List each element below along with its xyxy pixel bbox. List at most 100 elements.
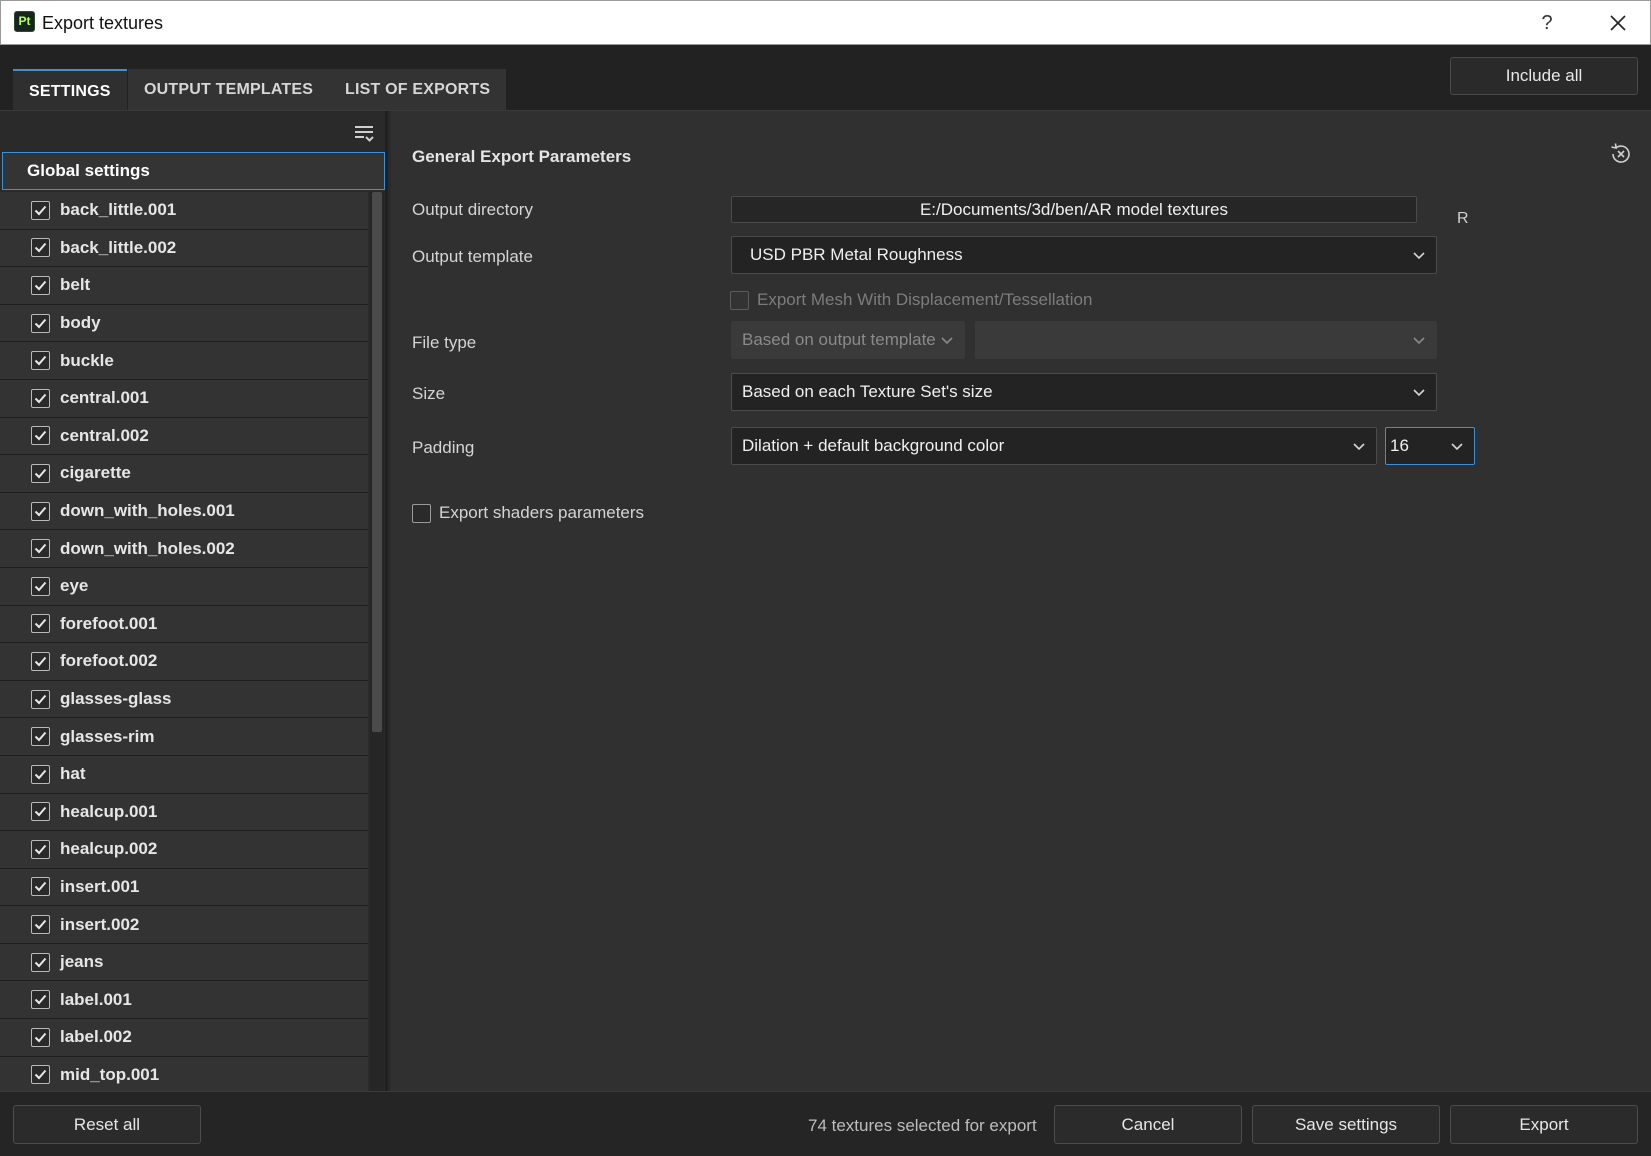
texture-set-item[interactable]: jeans: [0, 943, 368, 982]
texture-set-item[interactable]: eye: [0, 567, 368, 606]
help-button[interactable]: ?: [1535, 9, 1559, 37]
texture-set-checkbox[interactable]: [31, 351, 50, 371]
texture-set-checkbox[interactable]: [31, 839, 50, 859]
texture-set-checkbox[interactable]: [31, 651, 50, 671]
texture-set-item[interactable]: forefoot.002: [0, 643, 368, 681]
export-button[interactable]: Export: [1450, 1105, 1638, 1144]
texture-set-item[interactable]: belt: [0, 267, 368, 305]
texture-set-checkbox[interactable]: [31, 990, 50, 1010]
texture-set-item[interactable]: mid_top.001: [0, 1056, 368, 1091]
window-title: Export textures: [42, 13, 164, 33]
scrollbar-thumb[interactable]: [372, 192, 382, 732]
texture-set-checkbox[interactable]: [31, 463, 50, 483]
reset-parameters-icon[interactable]: [1608, 141, 1634, 167]
checkmark-icon: [34, 356, 47, 366]
texture-set-item[interactable]: back_little.001: [0, 192, 368, 230]
texture-set-checkbox[interactable]: [31, 501, 50, 521]
texture-set-item[interactable]: insert.002: [0, 906, 368, 944]
global-settings-item[interactable]: Global settings: [2, 152, 385, 190]
texture-set-item[interactable]: label.002: [0, 1019, 368, 1057]
checkmark-icon: [34, 769, 47, 780]
output-directory-field[interactable]: E:/Documents/3d/ben/AR model textures: [731, 196, 1417, 223]
texture-set-item[interactable]: buckle: [0, 342, 368, 380]
texture-list-scrollbar[interactable]: [370, 192, 384, 1091]
texture-set-checkbox[interactable]: [31, 1027, 50, 1047]
texture-set-label: glasses-glass: [60, 689, 172, 709]
chevron-down-icon: [1412, 374, 1428, 410]
texture-set-label: belt: [60, 275, 91, 295]
padding-value: Dilation + default background color: [742, 436, 1005, 455]
texture-set-checkbox[interactable]: [31, 689, 50, 709]
texture-set-item[interactable]: label.001: [0, 981, 368, 1020]
texture-set-label: healcup.002: [60, 839, 158, 859]
export-shaders-checkbox[interactable]: [412, 504, 431, 523]
chevron-down-icon: [1450, 428, 1466, 464]
texture-set-checkbox[interactable]: [31, 238, 50, 258]
texture-set-item[interactable]: back_little.002: [0, 229, 368, 268]
texture-set-checkbox[interactable]: [31, 877, 50, 897]
checkmark-icon: [34, 731, 47, 742]
texture-set-item[interactable]: central.002: [0, 417, 368, 456]
texture-set-checkbox[interactable]: [31, 1065, 50, 1085]
texture-set-checkbox[interactable]: [31, 313, 50, 333]
checkmark-icon: [34, 506, 47, 517]
padding-select[interactable]: Dilation + default background color: [731, 427, 1377, 465]
texture-set-checkbox[interactable]: [31, 200, 50, 220]
texture-set-item[interactable]: glasses-rim: [0, 718, 368, 756]
texture-set-checkbox[interactable]: [31, 727, 50, 747]
cancel-button[interactable]: Cancel: [1054, 1105, 1242, 1144]
tab-output-templates[interactable]: OUTPUT TEMPLATES: [128, 69, 330, 110]
filter-menu-icon[interactable]: [352, 121, 376, 145]
texture-set-item[interactable]: hat: [0, 755, 368, 794]
texture-set-item[interactable]: down_with_holes.002: [0, 530, 368, 568]
texture-set-item[interactable]: glasses-glass: [0, 680, 368, 719]
texture-set-checkbox[interactable]: [31, 614, 50, 634]
texture-set-item[interactable]: healcup.001: [0, 793, 368, 832]
texture-set-item[interactable]: insert.001: [0, 868, 368, 907]
texture-set-label: down_with_holes.001: [60, 501, 235, 521]
texture-set-checkbox[interactable]: [31, 426, 50, 446]
texture-set-label: eye: [60, 576, 89, 596]
texture-set-item[interactable]: down_with_holes.001: [0, 492, 368, 531]
tab-settings[interactable]: SETTINGS: [13, 69, 127, 110]
save-settings-button[interactable]: Save settings: [1252, 1105, 1440, 1144]
checkmark-icon: [34, 431, 47, 441]
checkmark-icon: [34, 807, 47, 817]
checkmark-icon: [34, 844, 47, 855]
texture-set-label: back_little.001: [60, 200, 177, 220]
texture-set-checkbox[interactable]: [31, 764, 50, 784]
file-format-select[interactable]: [975, 321, 1437, 359]
export-mesh-checkbox[interactable]: [730, 291, 749, 310]
reset-all-button[interactable]: Reset all: [13, 1105, 201, 1144]
texture-set-checkbox[interactable]: [31, 539, 50, 559]
texture-set-item[interactable]: forefoot.001: [0, 605, 368, 644]
title-bar: Pt Export textures ?: [0, 0, 1651, 45]
tab-list-of-exports[interactable]: LIST OF EXPORTS: [329, 69, 507, 110]
include-all-button[interactable]: Include all: [1450, 57, 1638, 95]
texture-set-item[interactable]: healcup.002: [0, 831, 368, 869]
texture-set-checkbox[interactable]: [31, 915, 50, 935]
output-directory-suffix: R: [1457, 210, 1469, 227]
export-parameters-panel: General Export Parameters Output directo…: [391, 111, 1651, 1091]
texture-set-label: cigarette: [60, 463, 131, 483]
padding-amount-select[interactable]: 16: [1385, 427, 1475, 465]
close-button[interactable]: [1604, 9, 1632, 37]
size-select[interactable]: Based on each Texture Set's size: [731, 373, 1437, 411]
checkmark-icon: [34, 243, 47, 253]
file-type-select[interactable]: Based on output template: [731, 321, 965, 359]
app-logo-icon: Pt: [14, 11, 35, 32]
texture-set-checkbox[interactable]: [31, 802, 50, 822]
export-shaders-label: Export shaders parameters: [439, 503, 645, 522]
chevron-down-icon: [1412, 237, 1428, 273]
tab-bar: SETTINGS OUTPUT TEMPLATES LIST OF EXPORT…: [0, 45, 1651, 111]
texture-set-checkbox[interactable]: [31, 576, 50, 596]
texture-set-checkbox[interactable]: [31, 388, 50, 408]
texture-set-item[interactable]: central.001: [0, 379, 368, 418]
texture-set-checkbox[interactable]: [31, 275, 50, 295]
texture-set-item[interactable]: cigarette: [0, 455, 368, 493]
footer-bar: Reset all 74 textures selected for expor…: [0, 1091, 1651, 1156]
output-template-select[interactable]: USD PBR Metal Roughness: [731, 236, 1437, 274]
texture-set-item[interactable]: body: [0, 304, 368, 343]
checkmark-icon: [34, 393, 47, 404]
texture-set-checkbox[interactable]: [31, 952, 50, 972]
